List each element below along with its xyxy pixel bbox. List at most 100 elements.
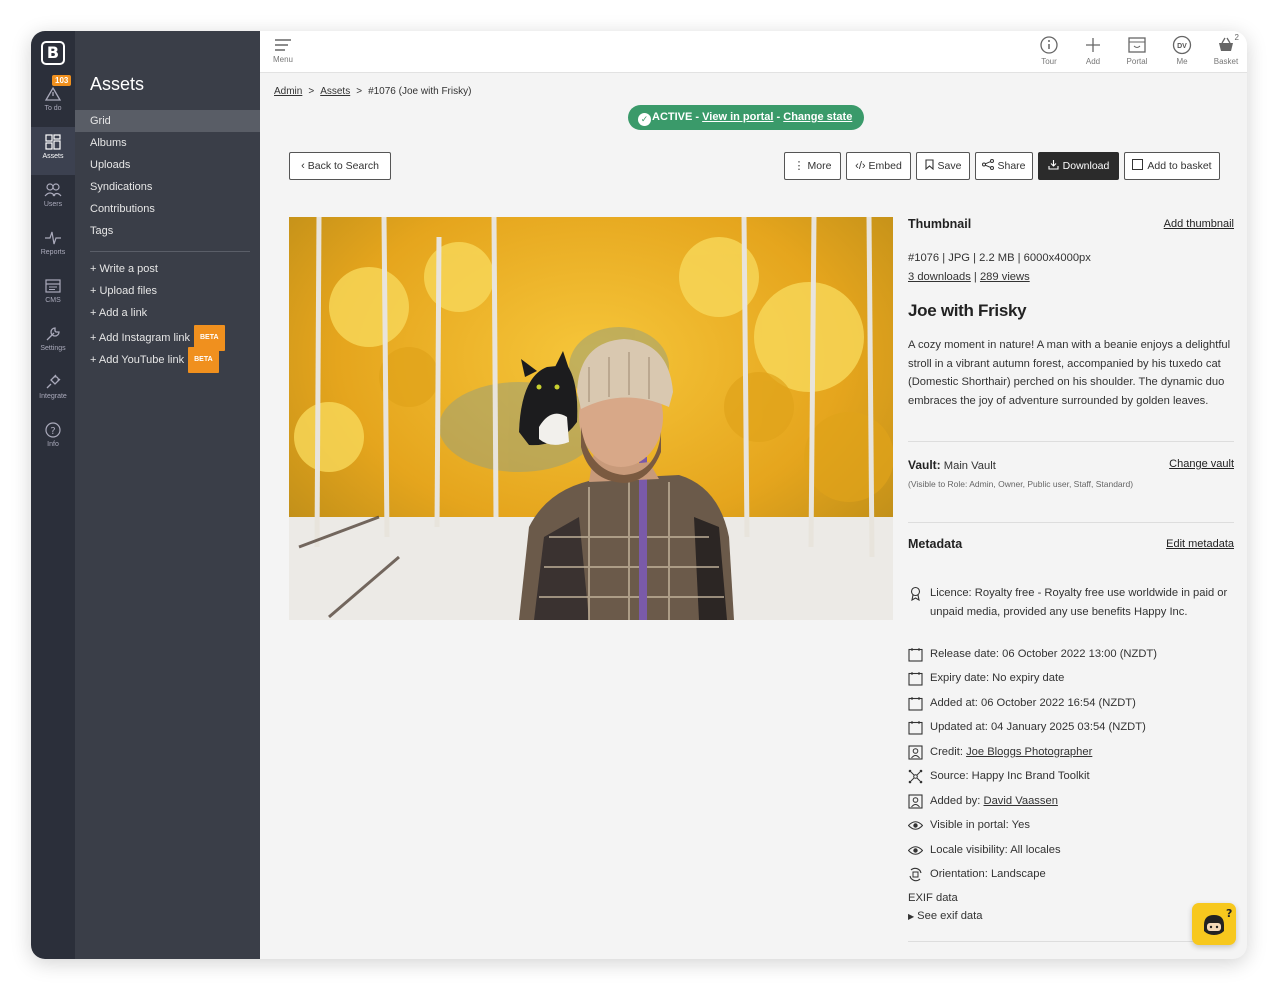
help-bot-icon: ?: [1204, 907, 1232, 935]
updated-at-row: Updated at: 04 January 2025 03:54 (NZDT): [908, 718, 1234, 737]
eye-icon: [908, 846, 923, 855]
rail-item-reports[interactable]: Reports: [31, 223, 75, 271]
licence-row: Licence: Royalty free - Royalty free use…: [908, 584, 1234, 621]
rail-item-info[interactable]: ? Info: [31, 415, 75, 463]
asset-description: A cozy moment in nature! A man with a be…: [908, 339, 1231, 407]
award-icon: [910, 586, 921, 601]
breadcrumb-current: #1076 (Joe with Frisky): [368, 86, 472, 97]
upload-files-link[interactable]: + Upload files: [75, 280, 260, 302]
visible-in-portal-row: Visible in portal: Yes: [908, 816, 1234, 835]
more-label: More: [807, 160, 832, 172]
back-to-search-button[interactable]: ‹ Back to Search: [289, 152, 391, 180]
added-by-label: Added by:: [930, 795, 981, 807]
add-youtube-link[interactable]: + Add YouTube link BETA: [75, 347, 260, 373]
breadcrumb-assets[interactable]: Assets: [320, 86, 350, 97]
me-button[interactable]: DV Me: [1162, 35, 1202, 66]
subnav-item-tags[interactable]: Tags: [75, 220, 260, 242]
rail-label: CMS: [45, 297, 61, 304]
metadata-heading: Metadata: [908, 537, 963, 551]
add-instagram-link[interactable]: + Add Instagram link BETA: [75, 325, 260, 351]
rail-label: To do: [44, 105, 62, 112]
added-by-link[interactable]: David Vaassen: [984, 795, 1058, 807]
person-card-icon: [908, 794, 923, 809]
locale-visibility-row: Locale visibility: All locales: [908, 841, 1234, 860]
view-in-portal-link[interactable]: View in portal: [702, 111, 773, 123]
locale-visibility-text: Locale visibility: All locales: [930, 844, 1061, 856]
add-to-basket-button[interactable]: Add to basket: [1124, 152, 1220, 180]
help-chat-button[interactable]: ?: [1192, 903, 1236, 945]
subnav-item-syndications[interactable]: Syndications: [75, 176, 260, 198]
calendar-icon: [908, 721, 923, 735]
assets-subnav: Assets Grid Albums Uploads Syndications …: [75, 31, 260, 959]
rail-item-integrate[interactable]: Integrate: [31, 367, 75, 415]
edit-metadata-link[interactable]: Edit metadata: [1166, 538, 1234, 550]
subnav-item-albums[interactable]: Albums: [75, 132, 260, 154]
chevron-left-icon: ‹: [301, 160, 305, 172]
rail-label: Reports: [40, 249, 66, 256]
app-logo[interactable]: B: [41, 41, 65, 65]
embed-button[interactable]: ‹/› Embed: [846, 152, 911, 180]
basket-count: 2: [1234, 33, 1239, 42]
warning-icon: [44, 86, 62, 101]
app-window: B 103 To do Assets Users Reports CMS Set…: [31, 31, 1247, 959]
menu-button[interactable]: Menu: [270, 37, 296, 64]
share-button[interactable]: Share: [975, 152, 1033, 180]
add-link-link[interactable]: + Add a link: [75, 302, 260, 324]
add-to-basket-label: Add to basket: [1147, 160, 1212, 172]
tour-button[interactable]: Tour: [1029, 35, 1069, 66]
rail-label: Assets: [42, 153, 64, 160]
licence-text: Licence: Royalty free - Royalty free use…: [930, 587, 1228, 618]
asset-image[interactable]: [289, 217, 893, 620]
more-button[interactable]: ⋮ More: [784, 152, 841, 180]
subnav-item-contributions[interactable]: Contributions: [75, 198, 260, 220]
basket-button[interactable]: 2 Basket: [1206, 33, 1246, 66]
bookmark-icon: [924, 159, 934, 171]
svg-text:?: ?: [50, 426, 55, 437]
rotate-icon: [909, 867, 922, 882]
rail-item-settings[interactable]: Settings: [31, 319, 75, 367]
change-state-link[interactable]: Change state: [783, 111, 852, 123]
portal-label: Portal: [1126, 57, 1148, 66]
plus-icon: [1086, 38, 1100, 52]
expiry-date-row: Expiry date: No expiry date: [908, 669, 1234, 688]
credit-row: Credit: Joe Bloggs Photographer: [908, 743, 1234, 762]
download-button[interactable]: Download: [1038, 152, 1119, 180]
icon-rail: B 103 To do Assets Users Reports CMS Set…: [31, 31, 75, 959]
avatar-initials: DV: [1177, 43, 1187, 50]
write-post-link[interactable]: + Write a post: [75, 258, 260, 280]
subnav-divider: [90, 251, 250, 252]
exif-toggle[interactable]: ▶ See exif data: [908, 907, 982, 927]
subnav-item-grid[interactable]: Grid: [75, 110, 260, 132]
breadcrumb-admin[interactable]: Admin: [274, 86, 302, 97]
cms-icon: [45, 279, 61, 293]
portal-button[interactable]: Portal: [1117, 35, 1157, 66]
portal-icon: [1128, 37, 1146, 53]
person-card-icon: [908, 745, 923, 760]
credit-link[interactable]: Joe Bloggs Photographer: [966, 746, 1092, 758]
rail-item-users[interactable]: Users: [31, 175, 75, 223]
change-vault-link[interactable]: Change vault: [1169, 458, 1234, 470]
add-button[interactable]: Add: [1073, 35, 1113, 66]
rail-item-cms[interactable]: CMS: [31, 271, 75, 319]
expiry-date-text: Expiry date: No expiry date: [930, 672, 1065, 684]
updated-at-text: Updated at: 04 January 2025 03:54 (NZDT): [930, 721, 1146, 733]
status-dash: -: [776, 111, 781, 123]
save-button[interactable]: Save: [916, 152, 970, 180]
checkbox-icon: [1132, 159, 1144, 170]
rail-item-assets[interactable]: Assets: [31, 127, 75, 175]
grid-icon: [45, 134, 61, 150]
calendar-icon: [908, 648, 923, 662]
pulse-icon: [45, 231, 61, 245]
hamburger-icon: [275, 39, 291, 51]
thumbnail-heading: Thumbnail: [908, 217, 972, 231]
add-thumbnail-link[interactable]: Add thumbnail: [1164, 218, 1234, 230]
visible-in-portal-text: Visible in portal: Yes: [930, 819, 1030, 831]
rail-item-todo[interactable]: To do: [31, 79, 75, 127]
views-link[interactable]: 289 views: [980, 271, 1030, 283]
add-instagram-label: + Add Instagram link: [90, 331, 190, 344]
kebab-icon: ⋮: [793, 160, 805, 172]
rail-label: Integrate: [39, 393, 67, 400]
downloads-link[interactable]: 3 downloads: [908, 271, 971, 283]
vault-value: Main Vault: [943, 460, 996, 472]
subnav-item-uploads[interactable]: Uploads: [75, 154, 260, 176]
